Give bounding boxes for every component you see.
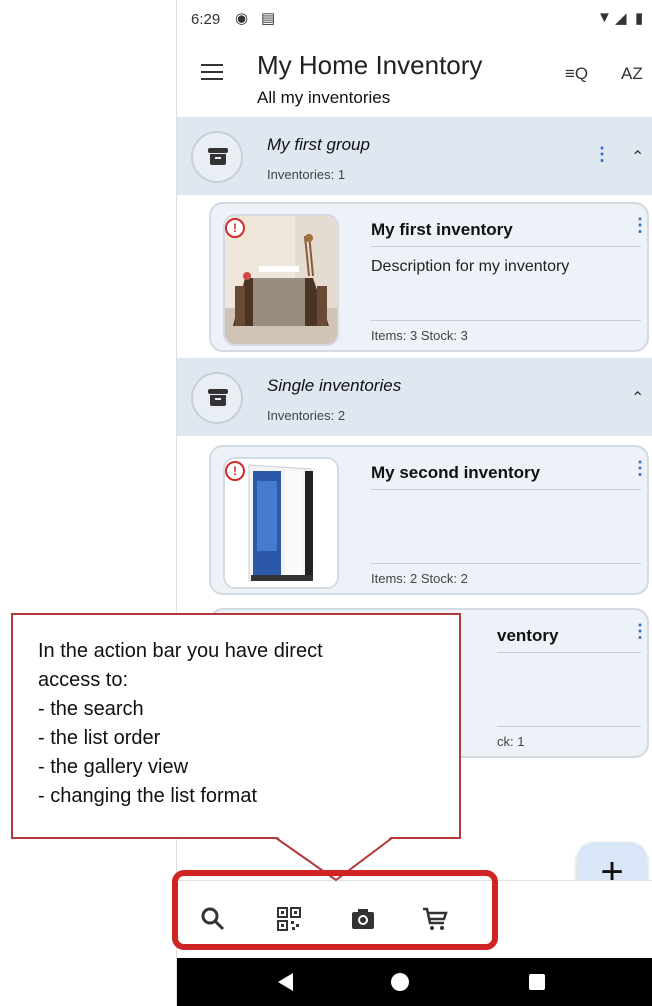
- group-avatar: [191, 131, 243, 183]
- divider: [371, 320, 641, 321]
- divider: [371, 489, 641, 490]
- phone-screen: 6:29 ◉ ▤ ▼ ◢ ▮ My Home Inventory All my …: [176, 0, 652, 1006]
- back-icon[interactable]: [278, 973, 293, 991]
- inventory-stats: ck: 1: [497, 734, 525, 749]
- group-title: My first group: [267, 135, 370, 154]
- warning-icon: !: [225, 218, 245, 238]
- app-bar: My Home Inventory All my inventories ≡Q …: [177, 38, 652, 116]
- home-icon[interactable]: [391, 973, 409, 991]
- callout-line: - the search: [38, 698, 144, 720]
- callout-line: - the list order: [38, 727, 161, 749]
- app-subtitle: All my inventories: [257, 88, 391, 107]
- network-icon: ◢: [615, 10, 627, 27]
- archive-box-icon: [208, 389, 228, 406]
- callout-line: - changing the list format: [38, 785, 257, 807]
- menu-icon[interactable]: [201, 64, 223, 82]
- group-avatar: [191, 372, 243, 424]
- more-options-icon[interactable]: ⋮: [631, 459, 649, 477]
- callout-line: - the gallery view: [38, 756, 189, 778]
- inventory-description: Description for my inventory: [371, 258, 570, 275]
- system-nav-bar: [177, 958, 652, 1006]
- inventory-card[interactable]: ! My first inventory Description for my …: [209, 202, 649, 352]
- group-count: Inventories: 2: [267, 408, 346, 423]
- status-time: 6:29: [191, 11, 221, 28]
- divider: [497, 726, 641, 727]
- group-header[interactable]: Single inventories Inventories: 2 ⌃: [177, 358, 652, 436]
- inventory-card[interactable]: ! My second inventory Items: 2 Stock: 2 …: [209, 445, 649, 595]
- signal-icon: ◉: [235, 10, 249, 27]
- divider: [497, 652, 641, 653]
- inventory-title: ventory: [497, 626, 559, 645]
- gallery-icon: ▤: [261, 10, 276, 27]
- status-bar: 6:29 ◉ ▤ ▼ ◢ ▮: [177, 0, 652, 38]
- callout-text: In the action bar you have direct access…: [38, 637, 323, 811]
- inventory-title: My first inventory: [371, 220, 513, 239]
- inventory-stats: Items: 2 Stock: 2: [371, 571, 468, 586]
- group-title: Single inventories: [267, 376, 402, 395]
- wifi-icon: ▼: [597, 9, 612, 26]
- app-title: My Home Inventory: [257, 50, 483, 80]
- collapse-chevron-icon[interactable]: ⌃: [631, 147, 644, 167]
- more-options-icon[interactable]: ⋮: [631, 622, 649, 640]
- tutorial-callout: In the action bar you have direct access…: [11, 613, 461, 839]
- search-list-button[interactable]: ≡Q: [565, 64, 588, 84]
- recent-apps-icon[interactable]: [529, 974, 545, 990]
- sort-button[interactable]: AZ: [621, 64, 643, 84]
- callout-line: In the action bar you have direct: [38, 640, 323, 662]
- collapse-chevron-icon[interactable]: ⌃: [631, 388, 644, 408]
- divider: [371, 246, 641, 247]
- inventory-stats: Items: 3 Stock: 3: [371, 328, 468, 343]
- highlight-frame: [172, 870, 498, 950]
- divider: [371, 563, 641, 564]
- archive-box-icon: [208, 148, 228, 165]
- warning-icon: !: [225, 461, 245, 481]
- more-options-icon[interactable]: ⋮: [593, 145, 611, 163]
- group-count: Inventories: 1: [267, 167, 346, 182]
- callout-line: access to:: [38, 669, 129, 691]
- more-options-icon[interactable]: ⋮: [631, 216, 649, 234]
- inventory-title: My second inventory: [371, 463, 541, 482]
- battery-icon: ▮: [635, 10, 644, 27]
- group-header[interactable]: My first group Inventories: 1 ⋮ ⌃: [177, 117, 652, 195]
